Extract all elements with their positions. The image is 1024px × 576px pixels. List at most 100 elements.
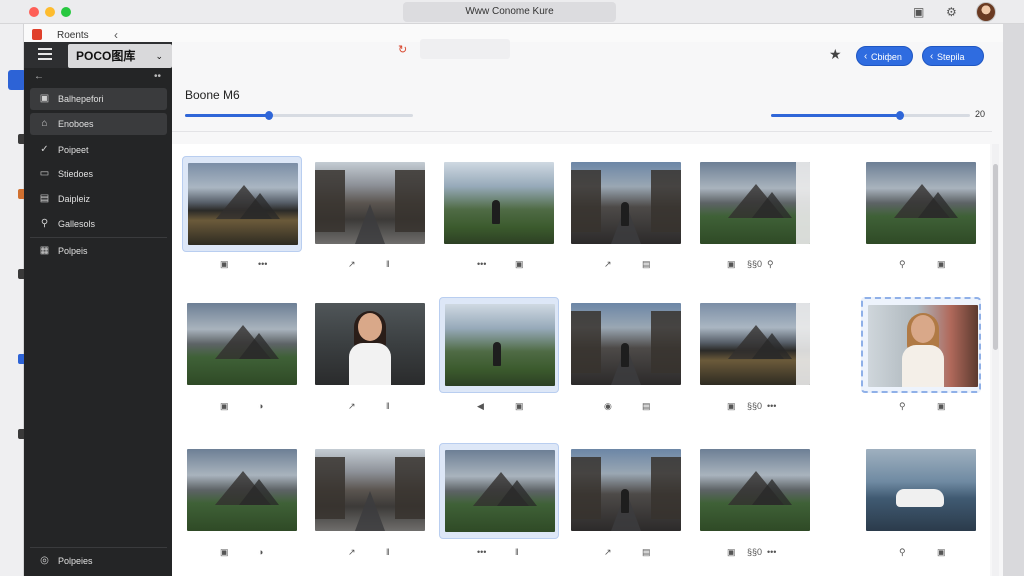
photo-thumbnail[interactable] bbox=[866, 162, 976, 244]
photo-tile[interactable] bbox=[861, 156, 981, 252]
photo-action-icon[interactable]: ↗ bbox=[604, 546, 612, 558]
photo-action-icon[interactable]: ▣ bbox=[727, 546, 736, 558]
photo-action-icon[interactable]: ↗ bbox=[604, 258, 612, 270]
search-input[interactable] bbox=[420, 39, 510, 59]
toolbar-button-secondary[interactable]: Stepila bbox=[922, 46, 984, 67]
photo-thumbnail[interactable] bbox=[315, 162, 425, 244]
photo-action-icon[interactable]: ↗ bbox=[348, 258, 356, 270]
photo-action-icon[interactable]: ⚲ bbox=[767, 258, 774, 270]
photo-thumbnail[interactable] bbox=[444, 162, 554, 244]
photo-action-icon[interactable]: ▣ bbox=[515, 258, 524, 270]
photo-tile[interactable] bbox=[695, 443, 815, 539]
photo-action-icon[interactable]: ‖ bbox=[386, 546, 390, 558]
calendar-icon[interactable]: ▣ bbox=[913, 4, 924, 20]
photo-tile[interactable] bbox=[310, 156, 430, 252]
photo-action-icon[interactable]: ⚲ bbox=[899, 400, 906, 412]
photo-tile[interactable] bbox=[861, 297, 981, 393]
photo-action-icon[interactable]: ↗ bbox=[348, 546, 356, 558]
photo-thumbnail[interactable] bbox=[315, 303, 425, 385]
tab-label[interactable]: Roents bbox=[57, 30, 89, 41]
photo-thumbnail[interactable] bbox=[866, 449, 976, 531]
photo-tile[interactable] bbox=[439, 443, 559, 539]
photo-action-icon[interactable]: §§0 bbox=[747, 400, 762, 412]
sidebar-item-1[interactable]: ⌂ Enoboes bbox=[30, 113, 167, 135]
sidebar-item-2[interactable]: ✓ Poipeet bbox=[30, 139, 167, 161]
photo-action-icon[interactable]: ▣ bbox=[220, 546, 229, 558]
minimize-window-button[interactable] bbox=[45, 7, 55, 17]
photo-tile[interactable] bbox=[439, 297, 559, 393]
sidebar-item-6[interactable]: ▦ Polpeis bbox=[30, 240, 167, 262]
sidebar-item-3[interactable]: ▭ Stiedoes bbox=[30, 163, 167, 185]
photo-action-icon[interactable]: ▤ bbox=[642, 546, 651, 558]
photo-thumbnail[interactable] bbox=[571, 303, 681, 385]
photo-action-icon[interactable]: ▣ bbox=[220, 258, 229, 270]
photo-action-icon[interactable]: ‖ bbox=[386, 258, 390, 270]
photo-action-icon[interactable]: ‖ bbox=[386, 400, 390, 412]
photo-thumbnail[interactable] bbox=[315, 449, 425, 531]
photo-tile[interactable] bbox=[566, 156, 686, 252]
photo-action-icon[interactable]: ▣ bbox=[727, 400, 736, 412]
photo-action-icon[interactable]: ••• bbox=[477, 258, 486, 270]
photo-thumbnail[interactable] bbox=[187, 303, 297, 385]
photo-thumbnail[interactable] bbox=[700, 449, 810, 531]
photo-action-icon[interactable]: ⚲ bbox=[899, 546, 906, 558]
photo-thumbnail[interactable] bbox=[700, 162, 810, 244]
sidebar-item-5[interactable]: ⚲ Gallesols bbox=[30, 213, 167, 235]
photo-thumbnail[interactable] bbox=[700, 303, 810, 385]
toolbar-button-primary[interactable]: Сbiфen bbox=[856, 46, 913, 67]
close-window-button[interactable] bbox=[29, 7, 39, 17]
photo-thumbnail[interactable] bbox=[571, 449, 681, 531]
photo-action-icon[interactable]: ▣ bbox=[937, 258, 946, 270]
more-icon[interactable]: •• bbox=[154, 70, 161, 84]
scrollbar-thumb[interactable] bbox=[993, 164, 998, 350]
star-icon[interactable]: ★ bbox=[829, 47, 842, 61]
photo-thumbnail[interactable] bbox=[445, 304, 555, 386]
photo-action-icon[interactable]: ▣ bbox=[937, 546, 946, 558]
photo-action-icon[interactable]: ▣ bbox=[937, 400, 946, 412]
photo-action-icon[interactable]: ▣ bbox=[220, 400, 229, 412]
photo-action-icon[interactable]: ↗ bbox=[348, 400, 356, 412]
sidebar-item-4[interactable]: ▤ Daipleiz bbox=[30, 188, 167, 210]
photo-action-icon[interactable]: ••• bbox=[767, 546, 776, 558]
refresh-icon[interactable]: ↻ bbox=[398, 44, 410, 56]
photo-action-icon[interactable]: ▤ bbox=[642, 400, 651, 412]
photo-action-icon[interactable]: ••• bbox=[767, 400, 776, 412]
photo-tile[interactable] bbox=[566, 443, 686, 539]
photo-action-icon[interactable]: ◑ bbox=[258, 400, 263, 412]
zoom-slider[interactable] bbox=[771, 111, 970, 120]
photo-action-icon[interactable]: ◀ bbox=[477, 400, 484, 412]
photo-tile[interactable] bbox=[310, 297, 430, 393]
photo-action-icon[interactable]: ▤ bbox=[642, 258, 651, 270]
app-title-dropdown[interactable]: POCO图库 ⌄ bbox=[68, 44, 172, 68]
photo-action-icon[interactable]: ◑ bbox=[258, 546, 263, 558]
photo-tile[interactable] bbox=[439, 156, 559, 252]
photo-action-icon[interactable]: §§0 bbox=[747, 546, 762, 558]
photo-action-icon[interactable]: ▣ bbox=[515, 400, 524, 412]
photo-thumbnail[interactable] bbox=[868, 305, 978, 387]
photo-action-icon[interactable]: ⚲ bbox=[899, 258, 906, 270]
menu-icon[interactable] bbox=[38, 48, 52, 60]
photo-tile[interactable] bbox=[566, 297, 686, 393]
photo-action-icon[interactable]: ▣ bbox=[727, 258, 736, 270]
photo-thumbnail[interactable] bbox=[187, 449, 297, 531]
photo-action-icon[interactable]: ‖ bbox=[515, 546, 519, 558]
photo-thumbnail[interactable] bbox=[445, 450, 555, 532]
photo-thumbnail[interactable] bbox=[571, 162, 681, 244]
photo-action-icon[interactable]: ••• bbox=[477, 546, 486, 558]
size-slider[interactable] bbox=[185, 111, 413, 120]
photo-tile[interactable] bbox=[182, 156, 302, 252]
photo-tile[interactable] bbox=[861, 443, 981, 539]
photo-tile[interactable] bbox=[310, 443, 430, 539]
sidebar-item-0[interactable]: ▣ Balhepefori bbox=[30, 88, 167, 110]
photo-tile[interactable] bbox=[182, 443, 302, 539]
photo-tile[interactable] bbox=[695, 156, 815, 252]
user-avatar[interactable] bbox=[976, 2, 996, 22]
back-arrow-icon[interactable]: ← bbox=[34, 70, 44, 84]
photo-tile[interactable] bbox=[695, 297, 815, 393]
tab-close-icon[interactable]: ‹ bbox=[114, 28, 118, 42]
sidebar-footer-item[interactable]: ◎ Polpeies bbox=[30, 550, 167, 572]
photo-tile[interactable] bbox=[182, 297, 302, 393]
maximize-window-button[interactable] bbox=[61, 7, 71, 17]
photo-action-icon[interactable]: ◉ bbox=[604, 400, 612, 412]
gear-icon[interactable]: ⚙ bbox=[946, 4, 957, 20]
